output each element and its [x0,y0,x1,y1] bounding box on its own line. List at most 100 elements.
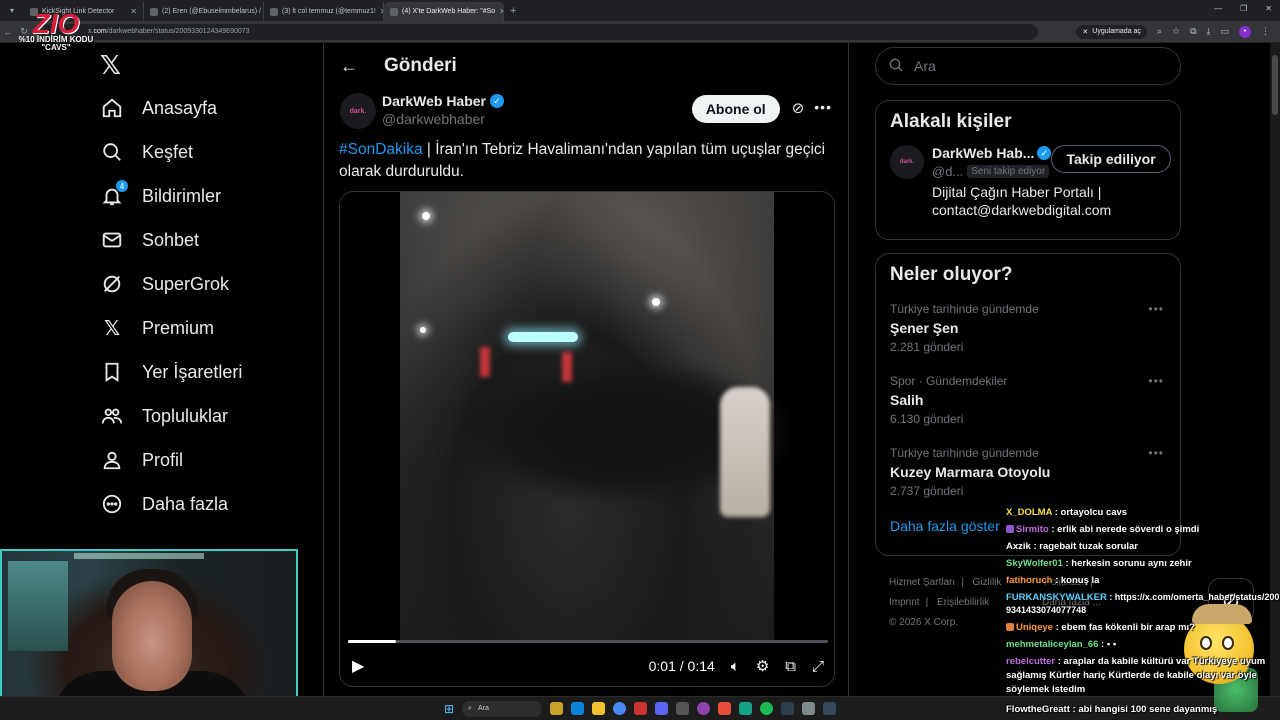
chat-text: : ragebait tuzak sorular [1030,541,1138,552]
discord-icon[interactable] [655,702,669,715]
browser-tab[interactable]: (3) lt col temmuz (@temmuz1!✕ [264,2,384,21]
chat-message: FURKANSKYWALKER : https://x.com/omerta_h… [1006,589,1280,619]
download-icon[interactable]: ⤓ [1207,26,1211,37]
search-input[interactable]: Ara [875,47,1181,85]
taskbar-search-label: Ara [477,705,489,712]
taskbar-app-icon[interactable] [781,702,795,715]
sidebar-icon[interactable]: ▭ [1220,26,1229,37]
chat-text: : konuş la [1052,575,1100,586]
fullscreen-icon[interactable]: ⤢ [812,658,824,675]
trend-name: Şener Şen [890,320,959,336]
video-progress-bar[interactable] [348,640,828,643]
settings-icon[interactable]: ⚙︎ [756,657,769,675]
scrollbar-thumb[interactable] [1272,55,1278,115]
nav-item-more[interactable]: Daha fazla [92,482,312,526]
taskbar-app-icon[interactable] [571,702,585,715]
volume-icon[interactable]: 🔈︎ [731,658,740,675]
trend-item[interactable]: Türkiye tarihinde gündemde Kuzey Marmara… [876,438,1180,510]
video-progress-fill [348,640,396,643]
pip-icon[interactable]: ⧉ [785,658,796,675]
privacy-link[interactable]: Gizlilik [973,577,1002,588]
search-icon [100,140,124,164]
stream-chat: X_DOLMA : ortayolcu cavs Sirmito : erlik… [1006,504,1280,718]
related-user-info: DarkWeb Hab... ✓ @d... Seni takip ediyor [932,145,1052,179]
minimize-icon[interactable]: — [1214,4,1222,13]
video-figure-shape [720,387,770,517]
new-tab-button[interactable]: + [504,5,522,17]
close-window-icon[interactable]: ✕ [1265,4,1272,13]
terms-link[interactable]: Hizmet Şartları [889,577,955,588]
trend-context: Türkiye tarihinde gündemde [890,302,1039,316]
trend-item[interactable]: Spor · Gündemdekiler Salih 6.130 gönderi… [876,366,1180,438]
taskbar-app-icon[interactable] [802,702,816,715]
more-options-icon[interactable]: ••• [1148,302,1164,316]
nav-item-notifications[interactable]: 4 Bildirimler [92,174,312,218]
video-player[interactable]: ▶ 0:01 / 0:14 🔈︎ ⚙︎ ⧉ ⤢ [339,191,835,687]
more-options-icon[interactable]: ••• [1148,446,1164,460]
author-avatar[interactable]: dark. [340,93,376,129]
taskbar-app-icon[interactable] [676,702,690,715]
nav-item-supergrok[interactable]: SuperGrok [92,262,312,306]
open-in-app-button[interactable]: ✕ Uygulamada aç [1076,24,1147,39]
post-header: ← Gönderi [324,43,848,89]
trend-item[interactable]: Türkiye tarihinde gündemde Şener Şen 2.2… [876,294,1180,366]
following-button[interactable]: Takip ediliyor [1051,145,1171,173]
nav-item-profile[interactable]: Profil [92,438,312,482]
author-name-row[interactable]: DarkWeb Haber ✓ [382,93,505,109]
browser-tab[interactable]: (2) Eren (@Ebuselmmbelarus) /✕ [144,2,264,21]
back-nav-icon[interactable]: ← [0,27,16,37]
play-icon[interactable]: ▶ [352,656,364,676]
back-arrow-icon[interactable]: ← [340,56,358,77]
trend-count: 2.737 gönderi [890,484,964,498]
webcam-background-shape [8,561,68,651]
chrome-icon[interactable] [613,702,627,715]
search-icon: ⌕ [468,704,472,712]
chat-username: mehmetaliceylan_66 [1006,639,1099,650]
url-field[interactable]: x. com/darkwebhaber/status/20093301243496… [38,23,1038,40]
windows-start-icon[interactable]: ⊞ [444,702,454,716]
taskbar-app-icon[interactable] [697,702,711,715]
taskbar-app-icon[interactable] [634,702,648,715]
related-user-row[interactable]: dark. DarkWeb Hab... ✓ @d... Seni takip ed… [876,133,1180,179]
profile-avatar[interactable]: • [1239,25,1251,38]
taskbar-app-icon[interactable] [718,702,732,715]
video-frame[interactable] [400,192,790,642]
taskbar-search[interactable]: ⌕ Ara [462,700,543,717]
x-logo-icon[interactable]: 𝕏 [100,50,130,80]
nav-item-messages[interactable]: Sohbet [92,218,312,262]
maximize-icon[interactable]: ❐ [1240,4,1247,13]
subscribe-button[interactable]: Abone ol [691,95,780,123]
nav-item-communities[interactable]: Topluluklar [92,394,312,438]
nav-item-premium[interactable]: 𝕏 Premium [92,306,312,350]
related-people-card: Alakalı kişiler dark. DarkWeb Hab... ✓ @d… [875,100,1181,240]
related-name[interactable]: DarkWeb Hab... [932,145,1034,161]
x-favicon-icon [150,7,158,16]
zoom-icon[interactable]: ⌕ [1157,26,1162,37]
close-icon[interactable]: ✕ [130,7,137,16]
spotify-icon[interactable] [760,702,774,715]
hashtag-link[interactable]: #SonDakika [339,141,423,158]
taskbar-app-icon[interactable] [550,702,564,715]
nav-item-explore[interactable]: Keşfet [92,130,312,174]
grok-explain-icon[interactable]: ⊘ [792,99,805,117]
x-premium-icon: 𝕏 [103,317,121,340]
more-options-icon[interactable]: ••• [814,99,832,115]
more-options-icon[interactable]: ••• [1148,374,1164,388]
imprint-link[interactable]: Imprint [889,597,920,608]
extensions-icon[interactable]: ⧉ [1190,26,1196,37]
author-handle[interactable]: @darkwebhaber [382,111,504,127]
nav-label: Anasayfa [142,97,218,118]
video-light-shape [420,327,426,333]
star-icon[interactable]: ☆ [1172,26,1180,37]
taskbar-app-icon[interactable] [823,702,837,715]
related-avatar[interactable]: dark. [890,145,924,179]
folder-icon[interactable] [592,702,606,715]
nav-item-bookmarks[interactable]: Yer İşaretleri [92,350,312,394]
stream-sponsor-logo: ZIO %10 İNDİRİM KODU "CAVS" [16,10,96,52]
browser-tab-active[interactable]: (4) X'te DarkWeb Haber: "#So✕ [384,2,504,21]
accessibility-link[interactable]: Erişilebilirlik [937,597,989,608]
chat-badge-icon [1006,623,1014,632]
taskbar-app-icon[interactable] [739,702,753,715]
menu-icon[interactable]: ⋮ [1261,26,1270,37]
nav-item-home[interactable]: Anasayfa [92,86,312,130]
